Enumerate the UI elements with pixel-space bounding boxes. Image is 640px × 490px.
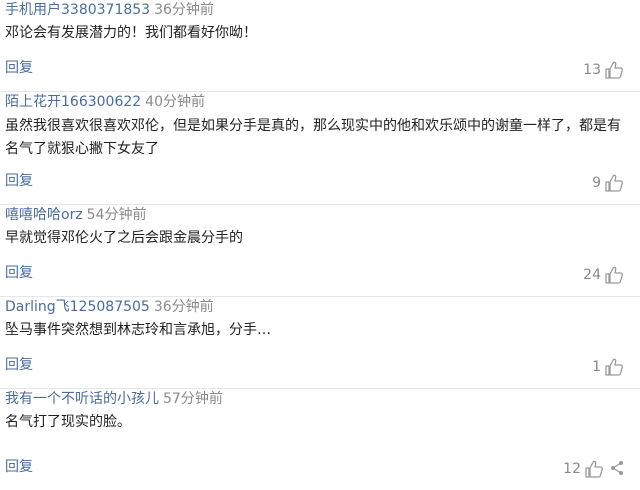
like-count: 1 bbox=[592, 359, 601, 375]
like-count: 9 bbox=[592, 175, 601, 191]
comment-time: 54分钟前 bbox=[86, 207, 147, 223]
comment-text: 虽然我很喜欢很喜欢邓伦，但是如果分手是真的，那么现实中的他和欢乐颂中的谢童一样了… bbox=[5, 118, 621, 157]
comment-item: 我有一个不听话的小孩儿 57分钟前 名气打了现实的脸。 回复 12 bbox=[0, 389, 640, 490]
comment-time: 40分钟前 bbox=[145, 94, 205, 110]
share-icon[interactable] bbox=[610, 460, 624, 476]
thumbs-up-icon bbox=[605, 266, 623, 284]
comment-meta: 手机用户3380371853 36分钟前 bbox=[5, 1, 214, 19]
comment-meta: Darling飞125087505 36分钟前 bbox=[5, 298, 214, 316]
like-button[interactable]: 12 bbox=[563, 460, 604, 478]
comment-text: 早就觉得邓伦火了之后会跟金晨分手的 bbox=[5, 230, 243, 246]
like-count: 24 bbox=[583, 267, 601, 283]
comment-meta: 陌上花开166300622 40分钟前 bbox=[5, 93, 205, 111]
comment-time: 36分钟前 bbox=[153, 299, 214, 315]
comment-username[interactable]: 我有一个不听话的小孩儿 bbox=[5, 391, 159, 407]
comment-username[interactable]: Darling飞125087505 bbox=[5, 299, 150, 315]
comment-item: 陌上花开166300622 40分钟前 虽然我很喜欢很喜欢邓伦，但是如果分手是真的… bbox=[0, 92, 640, 205]
thumbs-up-icon bbox=[605, 61, 623, 79]
like-button[interactable]: 1 bbox=[592, 358, 624, 376]
thumbs-up-icon bbox=[585, 460, 603, 478]
comment-time: 57分钟前 bbox=[163, 391, 223, 407]
comment-text: 坠马事件突然想到林志玲和言承旭，分手… bbox=[5, 322, 271, 338]
comment-username[interactable]: 嘻嘻哈哈orz bbox=[5, 207, 83, 223]
like-count: 12 bbox=[563, 461, 581, 477]
comment-meta: 我有一个不听话的小孩儿 57分钟前 bbox=[5, 390, 223, 408]
comment-text: 名气打了现实的脸。 bbox=[5, 414, 131, 430]
like-button[interactable]: 13 bbox=[583, 61, 624, 79]
comment-list: 手机用户3380371853 36分钟前 邓论会有发展潜力的！我们都看好你呦！ 回… bbox=[0, 0, 640, 490]
comment-username[interactable]: 陌上花开166300622 bbox=[5, 94, 141, 110]
like-button[interactable]: 24 bbox=[583, 266, 624, 284]
like-count: 13 bbox=[583, 62, 601, 78]
reply-button[interactable]: 回复 bbox=[5, 59, 33, 77]
reply-button[interactable]: 回复 bbox=[5, 172, 33, 190]
like-button[interactable]: 9 bbox=[592, 174, 624, 192]
reply-button[interactable]: 回复 bbox=[5, 458, 33, 476]
reply-button[interactable]: 回复 bbox=[5, 356, 33, 374]
thumbs-up-icon bbox=[605, 174, 623, 192]
thumbs-up-icon bbox=[605, 358, 623, 376]
comment-time: 36分钟前 bbox=[154, 2, 214, 18]
comment-item: Darling飞125087505 36分钟前 坠马事件突然想到林志玲和言承旭，分… bbox=[0, 297, 640, 389]
comment-item: 嘻嘻哈哈orz 54分钟前 早就觉得邓伦火了之后会跟金晨分手的 回复 24 bbox=[0, 205, 640, 297]
comment-username[interactable]: 手机用户3380371853 bbox=[5, 2, 150, 18]
reply-button[interactable]: 回复 bbox=[5, 264, 33, 282]
comment-meta: 嘻嘻哈哈orz 54分钟前 bbox=[5, 206, 147, 224]
comment-item: 手机用户3380371853 36分钟前 邓论会有发展潜力的！我们都看好你呦！ 回… bbox=[0, 0, 640, 92]
comment-text: 邓论会有发展潜力的！我们都看好你呦！ bbox=[5, 25, 257, 41]
